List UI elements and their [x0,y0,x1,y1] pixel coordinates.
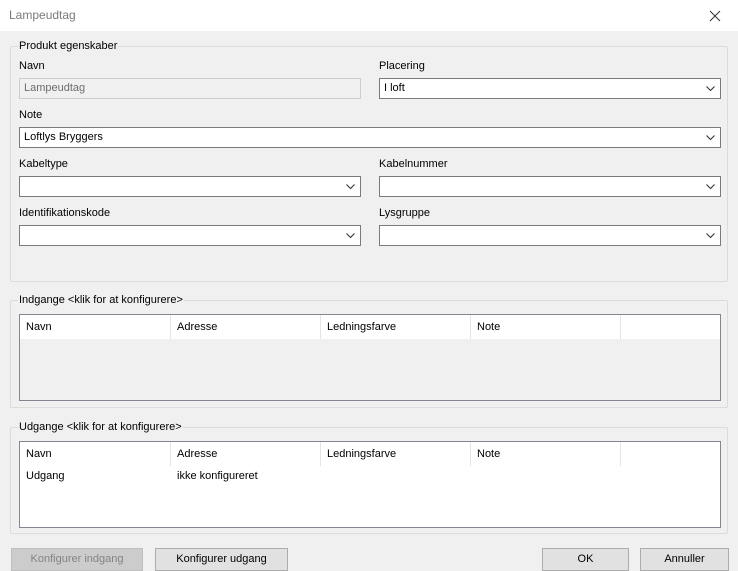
title-bar: Lampeudtag [0,0,738,31]
ok-button[interactable]: OK [542,548,629,571]
chevron-down-icon [706,86,715,92]
product-properties-legend: Produkt egenskaber [18,39,119,53]
row-name-cell: Udgang [26,470,65,482]
inputs-legend[interactable]: Indgange <klik for at konfigurere> [18,293,184,307]
name-label: Navn [19,60,45,72]
outputs-list-header: Navn Adresse Ledningsfarve Note [20,442,720,466]
chevron-down-icon [706,135,715,141]
chevron-down-icon [706,184,715,190]
row-address-cell: ikke konfigureret [177,470,258,482]
outputs-list[interactable]: Navn Adresse Ledningsfarve Note Udgang i… [19,441,721,528]
cable-number-label: Kabelnummer [379,158,448,170]
cable-type-select[interactable] [19,176,361,197]
chevron-down-icon [346,233,355,239]
configure-input-button[interactable]: Konfigurer indgang [11,548,143,571]
column-header-name[interactable]: Navn [20,442,171,466]
column-header-address[interactable]: Adresse [171,315,321,339]
row-note-cell [471,467,621,485]
column-header-wire-color[interactable]: Ledningsfarve [321,315,471,339]
column-header-note[interactable]: Note [471,315,621,339]
light-group-label: Lysgruppe [379,207,430,219]
row-wire-color-cell [321,467,471,485]
note-label: Note [19,109,43,121]
column-header-note[interactable]: Note [471,442,621,466]
outputs-legend[interactable]: Udgange <klik for at konfigurere> [18,420,183,434]
chevron-down-icon [346,184,355,190]
close-button[interactable] [692,0,738,31]
close-icon [709,10,721,21]
window-title: Lampeudtag [9,8,76,22]
placement-label: Placering [379,60,425,72]
cable-type-label: Kabeltype [19,158,68,170]
cable-number-select[interactable] [379,176,721,197]
placement-select[interactable]: I loft [379,78,721,99]
id-code-select[interactable] [19,225,361,246]
id-code-label: Identifikationskode [19,207,111,219]
inputs-list-empty-area [20,339,720,400]
inputs-list-header: Navn Adresse Ledningsfarve Note [20,315,720,339]
column-header-address[interactable]: Adresse [171,442,321,466]
column-header-wire-color[interactable]: Ledningsfarve [321,442,471,466]
table-row[interactable]: Udgang ikke konfigureret [20,467,621,485]
configure-output-button[interactable]: Konfigurer udgang [155,548,288,571]
light-group-select[interactable] [379,225,721,246]
column-header-name[interactable]: Navn [20,315,171,339]
inputs-list[interactable]: Navn Adresse Ledningsfarve Note [19,314,721,401]
cancel-button[interactable]: Annuller [640,548,729,571]
note-select[interactable]: Loftlys Bryggers [19,127,721,148]
chevron-down-icon [706,233,715,239]
name-field: Lampeudtag [19,78,361,99]
